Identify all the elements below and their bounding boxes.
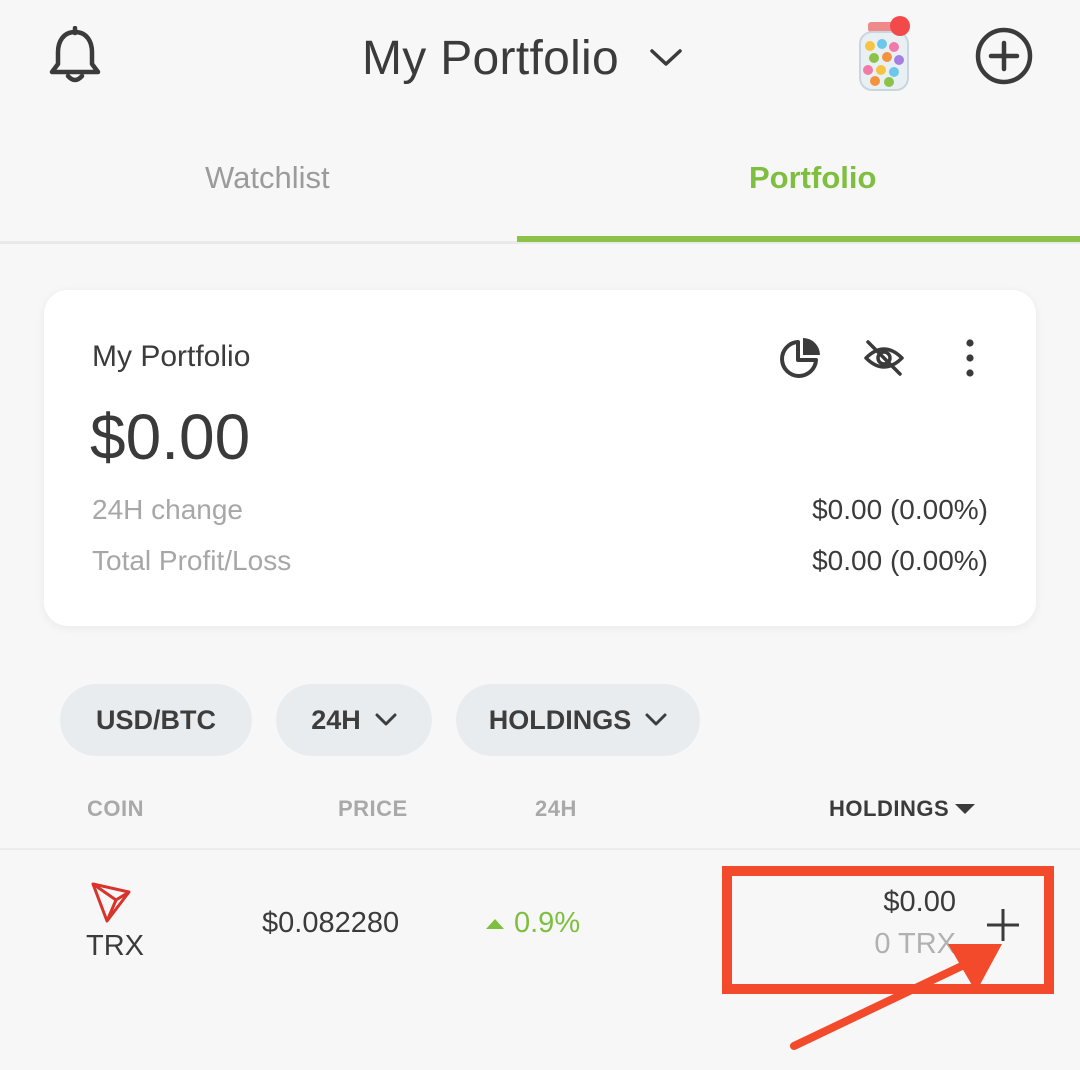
top-bar: My Portfolio — [0, 0, 1080, 120]
column-header-price[interactable]: PRICE — [338, 796, 408, 822]
triangle-up-icon — [486, 918, 504, 929]
candy-jar-icon[interactable] — [856, 14, 914, 94]
column-header-holdings[interactable]: HOLDINGS — [829, 796, 976, 822]
portfolio-total-value: $0.00 — [90, 401, 251, 473]
profit-loss-label: Total Profit/Loss — [92, 545, 292, 576]
chevron-down-icon — [650, 49, 682, 66]
eye-off-icon[interactable] — [862, 336, 906, 380]
sort-descending-icon — [955, 804, 976, 814]
sort-dropdown-chip[interactable]: HOLDINGS — [456, 684, 700, 756]
pie-chart-icon[interactable] — [778, 336, 822, 380]
currency-toggle-chip[interactable]: USD/BTC — [60, 684, 252, 756]
tron-logo-icon — [91, 882, 131, 923]
plus-circle-icon[interactable] — [974, 26, 1034, 86]
profit-loss-value: $0.00 (0.00%) — [812, 545, 988, 576]
coin-change-value: 0.9% — [514, 907, 581, 939]
period-dropdown-chip[interactable]: 24H — [276, 684, 432, 756]
column-header-coin[interactable]: COIN — [87, 796, 144, 822]
portfolio-name: My Portfolio — [92, 340, 251, 373]
coin-price: $0.082280 — [262, 907, 400, 939]
more-vertical-icon[interactable] — [948, 336, 992, 380]
portfolio-selector[interactable]: My Portfolio — [362, 28, 683, 88]
column-header-holdings-label: HOLDINGS — [829, 796, 950, 821]
page-title: My Portfolio — [362, 31, 620, 85]
chevron-down-icon — [375, 713, 397, 726]
chevron-down-icon — [645, 713, 667, 726]
annotation-arrow-icon — [790, 944, 1002, 1050]
tab-watchlist[interactable]: Watchlist — [205, 160, 330, 196]
tab-portfolio[interactable]: Portfolio — [749, 160, 876, 196]
sort-dropdown-label: HOLDINGS — [488, 704, 632, 735]
coin-symbol: TRX — [86, 930, 144, 962]
bell-icon[interactable] — [46, 26, 104, 86]
currency-toggle-label: USD/BTC — [96, 704, 216, 735]
period-dropdown-label: 24H — [311, 704, 361, 735]
tab-bar: Watchlist Portfolio — [0, 130, 1080, 244]
change-24h-value: $0.00 (0.00%) — [812, 494, 988, 525]
column-header-24h[interactable]: 24H — [535, 796, 577, 822]
portfolio-summary-card: My Portfolio $0.00 24H change $0.00 (0.0… — [44, 290, 1036, 626]
coin-change-24h: 0.9% — [486, 907, 580, 940]
active-tab-indicator — [517, 236, 1080, 242]
change-24h-label: 24H change — [92, 494, 244, 525]
